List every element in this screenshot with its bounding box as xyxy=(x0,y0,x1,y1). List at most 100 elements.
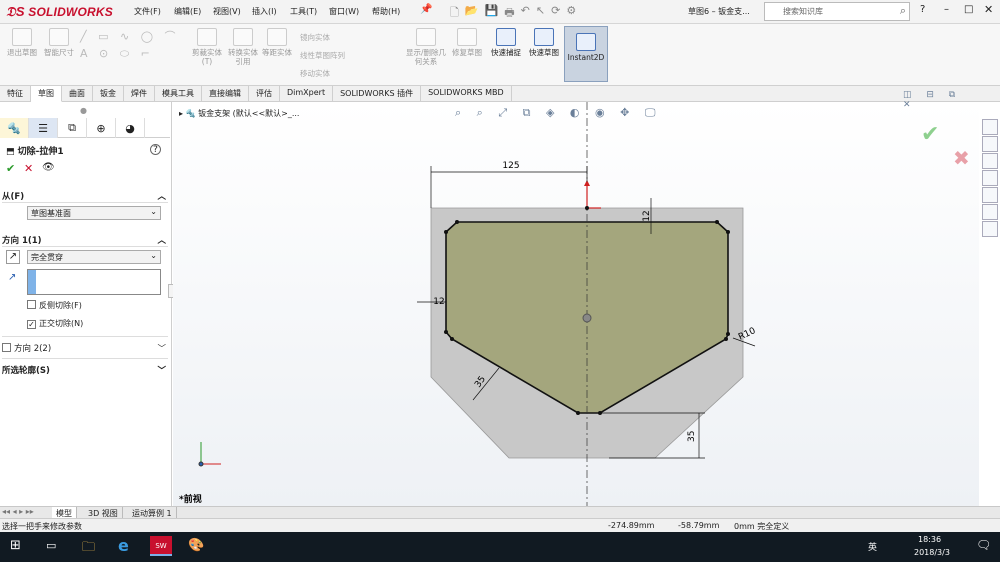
direction1-section[interactable]: 方向 1(1) ︿ xyxy=(2,234,170,246)
options-icon[interactable]: ⚙ xyxy=(566,4,576,20)
feature-manager-tab[interactable]: 🔩 xyxy=(0,118,29,138)
new-icon[interactable]: 🗋 xyxy=(450,4,459,20)
exit-sketch-button[interactable]: 退出草图 xyxy=(6,28,38,57)
menu-help[interactable]: 帮助(H) xyxy=(372,6,400,17)
tab-scroll-arrows[interactable]: ◂◂ ◂ ▸ ▸▸ xyxy=(2,507,34,516)
selected-contours-section[interactable]: 所选轮廓(S) ﹀ xyxy=(2,364,170,376)
tab-3[interactable]: 钣金 xyxy=(93,86,124,102)
tab-4[interactable]: 焊件 xyxy=(124,86,155,102)
origin-point[interactable] xyxy=(582,313,592,323)
direction-selection-box[interactable] xyxy=(27,269,161,295)
open-icon[interactable]: 📂 xyxy=(465,4,479,20)
tab-2[interactable]: 曲面 xyxy=(62,86,93,102)
pin-icon[interactable]: 📌 xyxy=(420,4,432,15)
display-manager-tab[interactable]: ◕ xyxy=(116,118,145,138)
appearances-icon[interactable] xyxy=(982,187,998,203)
menu-window[interactable]: 窗口(W) xyxy=(329,6,359,17)
edge-browser-icon[interactable]: e xyxy=(118,536,129,555)
solidworks-logo[interactable]: 𝔇S SOLIDWORKS xyxy=(6,4,113,20)
flip-side-checkbox[interactable]: 反侧切除(F) xyxy=(27,300,82,311)
task-view-icon[interactable]: ▭ xyxy=(46,539,56,552)
tab-0[interactable]: 特征 xyxy=(0,86,31,102)
notification-icon[interactable]: 🗨 xyxy=(976,538,991,552)
tab-6[interactable]: 直接编辑 xyxy=(202,86,249,102)
title-bar: 𝔇S SOLIDWORKS 文件(F) 编辑(E) 视图(V) 插入(I) 工具… xyxy=(0,0,1000,24)
tab-5[interactable]: 模具工具 xyxy=(155,86,202,102)
quick-snaps-button[interactable]: 快速捕捉 xyxy=(490,28,522,57)
graphics-area[interactable]: ▸ 🔩 钣金支架 (默认<<默认>_... ⌕ ⌕ ⤢ ⧉ ◈ ◐ ◉ ✥ 🖵 … xyxy=(173,90,979,506)
collapse-icon[interactable]: ︿ xyxy=(157,234,166,246)
menu-view[interactable]: 视图(V) xyxy=(213,6,241,17)
dimxpert-tab[interactable]: ⊕ xyxy=(87,118,116,138)
undo-icon[interactable]: ↶ xyxy=(521,4,530,20)
repair-sketch-button[interactable]: 修复草图 xyxy=(452,28,482,57)
property-manager-tab[interactable]: ☰ xyxy=(29,118,58,138)
print-icon[interactable]: 🖶 xyxy=(504,4,514,20)
cancel-button[interactable]: ✕ xyxy=(24,162,33,175)
tab-8[interactable]: DimXpert xyxy=(280,86,334,102)
expand-icon[interactable]: ﹀ xyxy=(157,364,166,376)
trim-entities-button[interactable]: 剪裁实体(T) xyxy=(190,28,224,66)
clock-date[interactable]: 2018/3/3 xyxy=(914,548,950,557)
crosshair-icon: ⊕ xyxy=(96,121,106,135)
file-explorer-icon[interactable]: 🗀 xyxy=(82,538,95,560)
linear-pattern-button[interactable]: 线性草图阵列 xyxy=(300,50,345,61)
from-section[interactable]: 从(F) ︿ xyxy=(2,190,170,202)
select-icon[interactable]: ↖ xyxy=(536,4,545,20)
dimension-width[interactable]: 125 xyxy=(502,161,519,171)
display-delete-relations-button[interactable]: 显示/删除几何关系 xyxy=(404,28,448,66)
menu-tools[interactable]: 工具(T) xyxy=(290,6,317,17)
collapse-icon[interactable]: ︿ xyxy=(157,190,166,202)
help-icon[interactable]: ? xyxy=(150,144,161,155)
end-condition-select[interactable]: 完全贯穿 ⌄ xyxy=(27,250,161,264)
normal-cut-checkbox[interactable]: ✓ 正交切除(N) xyxy=(27,318,83,329)
smart-dimension-button[interactable]: 智能尺寸 xyxy=(42,28,76,57)
home-icon[interactable] xyxy=(982,119,998,135)
maximize-icon[interactable]: □ xyxy=(964,4,973,15)
instant2d-button[interactable]: Instant2D xyxy=(564,26,608,82)
close-icon[interactable]: ✕ xyxy=(984,3,993,16)
move-entities-button[interactable]: 移动实体 xyxy=(300,68,330,79)
convert-entities-button[interactable]: 转换实体引用 xyxy=(226,28,260,66)
design-library-icon[interactable] xyxy=(982,136,998,152)
dimension-top-offset[interactable]: 12 xyxy=(642,210,652,221)
view-palette-icon[interactable] xyxy=(982,170,998,186)
dimension-left-offset[interactable]: 12 xyxy=(433,297,444,307)
help-icon[interactable]: ? xyxy=(920,4,925,15)
preview-eye-icon[interactable]: 👁 xyxy=(42,162,55,173)
custom-properties-icon[interactable] xyxy=(982,204,998,220)
search-icon[interactable]: ⌕ xyxy=(900,4,906,18)
rapid-sketch-button[interactable]: 快速草图 xyxy=(528,28,560,57)
save-icon[interactable]: 💾 xyxy=(485,4,499,20)
direction2-section[interactable]: 方向 2(2) ﹀ xyxy=(2,342,170,354)
tab-9[interactable]: SOLIDWORKS 插件 xyxy=(333,86,422,102)
menu-insert[interactable]: 插入(I) xyxy=(252,6,277,17)
minimize-icon[interactable]: – xyxy=(944,4,949,15)
expand-icon[interactable]: ﹀ xyxy=(157,342,166,354)
panel-grip[interactable]: ● xyxy=(80,106,87,115)
tab-1[interactable]: 草图 xyxy=(31,86,62,102)
menu-file[interactable]: 文件(F) xyxy=(134,6,161,17)
sketch-entities-group[interactable]: ╱ ▭ ∿ ◯ ⌒ A ⊙ ⬭ ⌐ xyxy=(80,28,180,82)
dimension-bottom[interactable]: 35 xyxy=(687,431,697,442)
menu-edit[interactable]: 编辑(E) xyxy=(174,6,201,17)
ok-button[interactable]: ✔ xyxy=(6,162,15,175)
sketch-canvas[interactable]: 125 12 12 R10 35 35 *前视 xyxy=(173,102,979,506)
clock-time[interactable]: 18:36 xyxy=(918,535,941,544)
reverse-direction-icon[interactable]: ↗ xyxy=(6,250,20,264)
search-input[interactable]: 搜索知识库 ⌕ xyxy=(764,2,910,21)
offset-entities-button[interactable]: 等距实体 xyxy=(262,28,292,57)
from-select[interactable]: 草图基准面 ⌄ xyxy=(27,206,161,220)
tab-7[interactable]: 评估 xyxy=(249,86,280,102)
tab-10[interactable]: SOLIDWORKS MBD xyxy=(421,86,512,102)
mirror-entities-button[interactable]: 镜向实体 xyxy=(300,32,330,43)
file-explorer-icon[interactable] xyxy=(982,153,998,169)
configuration-manager-tab[interactable]: ⧉ xyxy=(58,118,87,138)
windows-start-icon[interactable]: ⊞ xyxy=(10,538,21,553)
paint-app-icon[interactable]: 🎨 xyxy=(188,538,204,553)
ime-indicator[interactable]: 英 xyxy=(868,540,877,553)
forum-icon[interactable] xyxy=(982,221,998,237)
solidworks-app-icon[interactable]: SW xyxy=(150,536,172,556)
extrude-cut-icon: ⬒ xyxy=(6,147,15,157)
rebuild-icon[interactable]: ⟳ xyxy=(551,4,560,20)
